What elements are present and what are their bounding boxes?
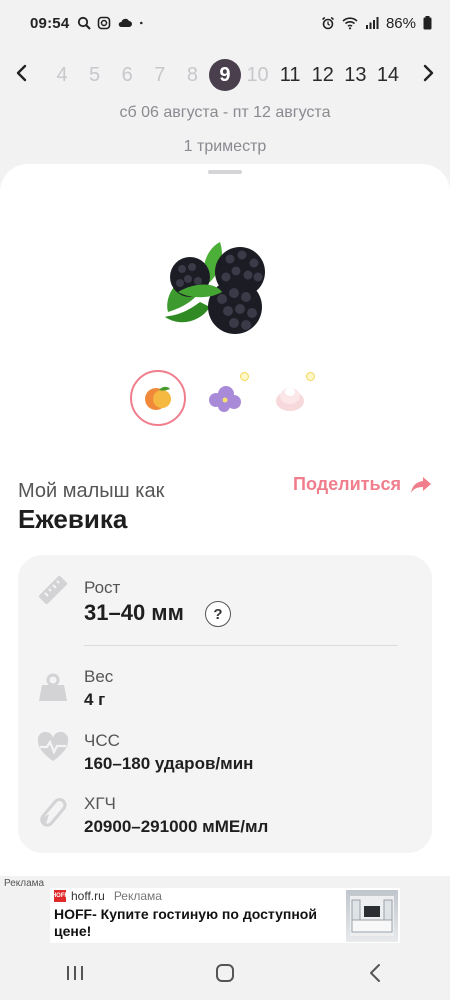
prev-week-button[interactable]: [0, 61, 44, 89]
blackberry-image: [165, 242, 265, 334]
share-button[interactable]: Поделиться: [293, 474, 433, 495]
ad-domain: hoff.ru: [71, 889, 105, 903]
comparison-thumbnails: [130, 370, 318, 426]
stats-card: Рост 31–40 мм ? Вес 4 г ЧСС 160–180 удар…: [18, 555, 432, 853]
sheet-handle[interactable]: [208, 170, 242, 174]
marshmallow-icon: [276, 388, 304, 411]
week-item-11[interactable]: 11: [274, 59, 306, 91]
recents-icon: [67, 966, 83, 980]
status-bar: 09:54 86%: [0, 0, 450, 46]
week-item-8[interactable]: 8: [176, 59, 208, 91]
week-item-6[interactable]: 6: [111, 59, 143, 91]
stat-weight-value: 4 г: [84, 690, 106, 709]
battery-icon: [423, 16, 432, 30]
status-right-icons: 86%: [321, 15, 432, 32]
height-help-button[interactable]: ?: [205, 601, 231, 627]
alarm-icon: [321, 16, 334, 30]
stat-heart-rate-label: ЧСС: [84, 731, 120, 750]
week-item-current[interactable]: 9: [208, 59, 241, 91]
thumb-sweet[interactable]: [262, 370, 318, 426]
stat-hcg-label: ХГЧ: [84, 794, 116, 813]
thumb-fruit[interactable]: [130, 370, 186, 426]
chevron-right-icon: [423, 64, 434, 82]
week-list: 4 5 6 7 8 9 10 11 12 13 14: [44, 59, 406, 91]
hoff-logo-icon: HOFF: [52, 890, 68, 902]
dot-icon: [140, 21, 143, 25]
battery-percent: 86%: [385, 14, 416, 32]
week-item-10[interactable]: 10: [242, 59, 274, 91]
ad-content[interactable]: HOFF hoff.ru Реклама HOFF- Купите гостин…: [50, 888, 400, 943]
week-selector: 4 5 6 7 8 9 10 11 12 13 14: [0, 55, 450, 95]
stat-weight-label: Вес: [84, 667, 114, 686]
home-button[interactable]: [195, 953, 255, 993]
share-arrow-icon: [411, 476, 432, 493]
stat-hcg-value: 20900–291000 мМЕ/мл: [84, 817, 269, 836]
stat-heart-rate-value: 160–180 ударов/мин: [84, 754, 254, 773]
chevron-left-icon: [16, 64, 27, 82]
peach-icon: [145, 386, 171, 410]
stats-divider: [84, 645, 398, 646]
status-time: 09:54: [30, 14, 70, 32]
comparison-intro: Мой малыш как: [18, 480, 165, 502]
back-icon: [370, 964, 380, 982]
ad-tag: Реклама: [4, 878, 45, 889]
furniture-image: [350, 896, 394, 936]
week-item-13[interactable]: 13: [339, 59, 371, 91]
week-item-4[interactable]: 4: [46, 59, 78, 91]
recents-button[interactable]: [45, 953, 105, 993]
heart-rate-icon: [37, 731, 69, 761]
share-label: Поделиться: [293, 474, 402, 494]
weight-icon: [39, 673, 67, 701]
back-button[interactable]: [345, 953, 405, 993]
thumb-flower[interactable]: [196, 370, 252, 426]
test-tube-icon: [40, 798, 67, 827]
home-icon: [216, 964, 234, 982]
trimester-label: 1 триместр: [183, 138, 267, 155]
search-icon: [78, 16, 92, 30]
signal-icon: [365, 17, 379, 29]
ad-image[interactable]: [346, 890, 398, 942]
new-indicator: [240, 372, 249, 381]
new-indicator: [306, 372, 315, 381]
comparison-fruit-name: Ежевика: [18, 504, 128, 534]
stat-height-label: Рост: [84, 578, 121, 597]
week-detail-sheet: Мой малыш как Ежевика Поделиться Рост 31…: [0, 164, 450, 876]
instagram-icon: [98, 16, 111, 30]
date-range: сб 06 августа - пт 12 августа: [119, 104, 331, 121]
ad-source: HOFF hoff.ru Реклама: [52, 889, 162, 903]
wifi-icon: [342, 17, 358, 30]
flower-icon: [209, 386, 241, 412]
stat-height-value: 31–40 мм: [84, 600, 184, 625]
ruler-icon: [38, 575, 68, 605]
ad-banner[interactable]: Реклама HOFF hoff.ru Реклама HOFF- Купит…: [0, 876, 450, 946]
ad-source-label: Реклама: [113, 889, 162, 903]
week-item-12[interactable]: 12: [307, 59, 339, 91]
cloud-icon: [119, 18, 133, 27]
week-item-14[interactable]: 14: [372, 59, 404, 91]
week-item-7[interactable]: 7: [144, 59, 176, 91]
week-item-5[interactable]: 5: [79, 59, 111, 91]
ad-title[interactable]: HOFF- Купите гостиную по доступной цене!: [54, 906, 339, 940]
system-nav-bar: [0, 946, 450, 1000]
status-left-icons: [77, 16, 147, 30]
next-week-button[interactable]: [406, 61, 450, 89]
